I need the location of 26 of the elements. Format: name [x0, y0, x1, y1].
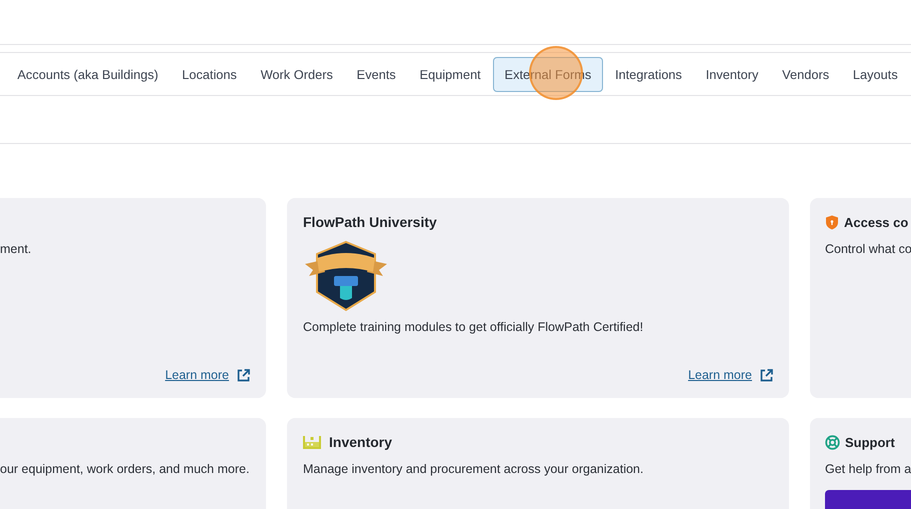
nav-tab[interactable]: Equipment — [408, 56, 492, 92]
nav-tab[interactable]: Integrations — [604, 56, 694, 92]
shield-icon — [825, 214, 839, 230]
nav-tab[interactable]: Work Orders — [249, 56, 344, 92]
learn-more-link[interactable]: Learn more — [165, 368, 229, 382]
support-icon — [825, 434, 840, 450]
inventory-icon — [303, 435, 321, 449]
card-title: Inventory — [329, 434, 392, 450]
card-title: Access co — [844, 214, 908, 230]
card-description: Complete training modules to get officially FlowPath Certified! — [303, 320, 644, 334]
nav-tab[interactable]: Layouts — [842, 56, 910, 92]
nav-tab[interactable]: Events — [345, 56, 408, 92]
nav-tab[interactable]: Locations — [170, 56, 248, 92]
card-description: our equipment, work orders, and much more. — [0, 462, 250, 476]
card-title: Support — [845, 434, 895, 450]
card-description: Get help from a — [825, 462, 911, 476]
card-description: Control what co — [825, 242, 911, 256]
card-title: FlowPath University — [303, 214, 437, 230]
learn-more-link[interactable]: Learn more — [688, 368, 752, 382]
external-link-icon — [760, 368, 773, 382]
nav-tab[interactable]: Inventory — [694, 56, 770, 92]
nav-tab[interactable]: Vendors — [770, 56, 841, 92]
card-description: ment. — [0, 242, 32, 256]
nav-tab[interactable]: Accounts (aka Buildings) — [6, 56, 170, 92]
card-description: Manage inventory and procurement across your organization. — [303, 462, 644, 476]
external-link-icon — [237, 368, 250, 382]
